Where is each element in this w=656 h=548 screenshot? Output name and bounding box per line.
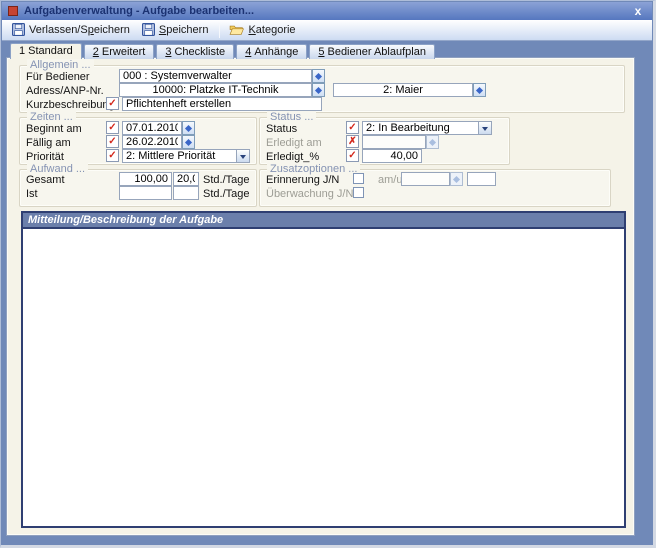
erinnerung-zeit-input[interactable] [467,172,496,186]
tab-bediener-ablaufplan[interactable]: 5Bediener Ablaufplan [309,44,435,59]
ueberwachung-checkbox[interactable] [353,187,364,198]
group-status: Status ... Status ✓ 2: In Bearbeitung Er… [259,117,510,165]
gesamt-stunden-input[interactable] [119,172,172,186]
verlassen-speichern-label: Verlassen/Speichern [29,24,130,36]
erledigt-am-label: Erledigt am [266,137,322,150]
gesamt-unit-label: Std./Tage [203,174,249,187]
gesamt-tage-input[interactable] [173,172,199,186]
spinner-diamond-icon [315,72,322,79]
mitteilung-panel: Mitteilung/Beschreibung der Aufgabe [21,211,626,528]
titlebar: Aufgabenverwaltung - Aufgabe bearbeiten.… [2,2,652,20]
faellig-am-check-button[interactable]: ✓ [106,135,119,148]
erinnerung-label: Erinnerung J/N [266,174,339,187]
status-check-button[interactable]: ✓ [346,121,359,134]
kategorie-button[interactable]: Kategorie [224,22,302,39]
kurzbeschreibung-input[interactable] [122,97,322,111]
toolbar-separator [219,23,220,38]
ist-unit-label: Std./Tage [203,188,249,201]
beginnt-am-spinner-button[interactable] [182,121,195,135]
group-zeiten-title: Zeiten ... [27,111,76,123]
status-dropdown[interactable]: 2: In Bearbeitung [362,121,492,135]
fuer-bediener-combo[interactable]: 000 : Systemverwalter [119,69,312,83]
erledigt-am-x-button[interactable]: ✗ [346,135,359,148]
tabstrip: 1Standard 2Erweitert 3Checkliste 4Anhäng… [10,43,437,59]
group-zusatzoptionen: Zusatzoptionen ... Erinnerung J/N am/um … [259,169,611,207]
tabpage-standard: Allgemein ... Für Bediener 000 : Systemv… [7,58,634,535]
kurzbeschreibung-check-button[interactable]: ✓ [106,97,119,110]
dropdown-arrow-icon[interactable] [478,122,491,134]
ansprechpartner-combo[interactable]: 2: Maier [333,83,473,97]
tab-anhaenge[interactable]: 4Anhänge [236,44,307,59]
erledigt-am-spinner-button [426,135,439,149]
erledigt-prozent-input[interactable] [362,149,422,163]
tab-erweitert[interactable]: 2Erweitert [84,44,155,59]
faellig-am-spinner-button[interactable] [182,135,195,149]
app-icon [8,6,18,16]
prioritaet-dropdown[interactable]: 2: Mittlere Priorität [122,149,250,163]
faellig-am-date-input[interactable] [122,135,182,149]
dropdown-arrow-icon[interactable] [236,150,249,162]
erinnerung-datum-spinner-button [450,172,463,186]
group-status-title: Status ... [267,111,316,123]
prioritaet-check-button[interactable]: ✓ [106,149,119,162]
speichern-button[interactable]: Speichern [137,21,216,39]
adress-anp-combo[interactable]: 10000: Platzke IT-Technik [119,83,312,97]
spinner-diamond-icon [429,138,436,145]
mitteilung-header: Mitteilung/Beschreibung der Aufgabe [23,213,624,229]
adress-anp-label: Adress/ANP-Nr. [26,85,104,98]
beginnt-am-date-input[interactable] [122,121,182,135]
group-zeiten: Zeiten ... Beginnt am ✓ Fällig am ✓ Prio… [19,117,257,165]
group-allgemein: Allgemein ... Für Bediener 000 : Systemv… [19,65,625,113]
speichern-label: Speichern [159,24,209,36]
gesamt-label: Gesamt [26,174,65,187]
close-button[interactable]: x [630,5,646,17]
status-label: Status [266,123,297,136]
faellig-am-label: Fällig am [26,137,71,150]
save-icon [142,23,155,36]
ist-label: Ist [26,188,38,201]
kategorie-label: Kategorie [248,24,295,36]
group-allgemein-title: Allgemein ... [27,59,94,71]
fuer-bediener-spinner-button[interactable] [312,69,325,83]
toolbar: Verlassen/Speichern Speichern Kategorie [2,20,652,41]
spinner-diamond-icon [185,138,192,145]
tab-checkliste[interactable]: 3Checkliste [156,44,234,59]
beginnt-am-label: Beginnt am [26,123,82,136]
ist-stunden-input[interactable] [119,186,172,200]
save-icon [12,23,25,36]
erledigt-am-date-input[interactable] [362,135,426,149]
ueberwachung-label: Überwachung J/N [266,188,353,201]
spinner-diamond-icon [315,86,322,93]
verlassen-speichern-button[interactable]: Verlassen/Speichern [7,21,137,39]
tab-standard[interactable]: 1Standard [10,43,82,59]
adress-anp-spinner-button[interactable] [312,83,325,97]
spinner-diamond-icon [453,175,460,182]
erinnerung-checkbox[interactable] [353,173,364,184]
ansprechpartner-spinner-button[interactable] [473,83,486,97]
spinner-diamond-icon [185,124,192,131]
mitteilung-textarea[interactable] [23,231,624,526]
group-aufwand: Aufwand ... Gesamt Std./Tage Ist Std./Ta… [19,169,257,207]
erledigt-prozent-check-button[interactable]: ✓ [346,149,359,162]
window-title: Aufgabenverwaltung - Aufgabe bearbeiten.… [24,5,254,17]
folder-open-icon [229,24,244,36]
spinner-diamond-icon [476,86,483,93]
beginnt-am-check-button[interactable]: ✓ [106,121,119,134]
app-window: Aufgabenverwaltung - Aufgabe bearbeiten.… [0,0,656,548]
fuer-bediener-label: Für Bediener [26,71,90,84]
ist-tage-input[interactable] [173,186,199,200]
erinnerung-datum-input[interactable] [401,172,450,186]
